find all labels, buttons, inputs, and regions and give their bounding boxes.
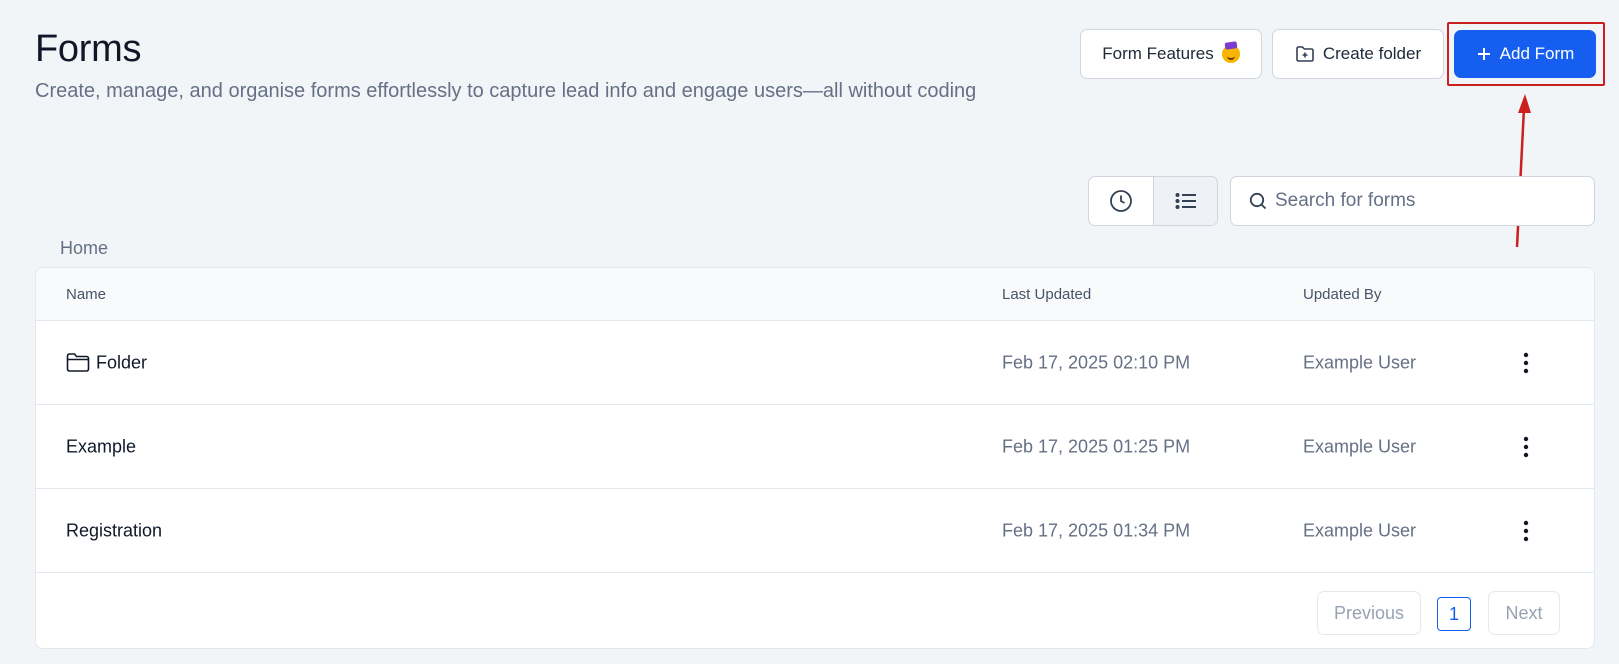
breadcrumb-home[interactable]: Home xyxy=(60,238,108,259)
row-last-updated: Feb 17, 2025 01:34 PM xyxy=(1002,520,1191,540)
row-updated-by: Example User xyxy=(1303,520,1417,540)
view-toggle xyxy=(1088,176,1218,226)
pagination: Previous 1 Next xyxy=(36,576,1594,648)
search-icon xyxy=(1249,192,1267,210)
next-page-button[interactable]: Next xyxy=(1488,591,1560,635)
row-more-menu-button[interactable] xyxy=(1516,432,1536,462)
column-header-name: Name xyxy=(66,286,107,303)
add-form-button[interactable]: Add Form xyxy=(1454,30,1596,78)
page-number-button[interactable]: 1 xyxy=(1437,597,1471,631)
row-last-updated: Feb 17, 2025 01:25 PM xyxy=(1002,436,1191,456)
row-last-updated: Feb 17, 2025 02:10 PM xyxy=(1002,352,1191,372)
more-vertical-icon xyxy=(1523,520,1529,541)
search-field xyxy=(1230,176,1595,226)
column-header-last-updated: Last Updated xyxy=(1002,286,1092,303)
previous-page-button[interactable]: Previous xyxy=(1317,591,1421,635)
row-updated-by: Example User xyxy=(1303,352,1417,372)
row-name-cell[interactable]: Example xyxy=(66,436,136,457)
search-input[interactable] xyxy=(1275,190,1575,212)
add-form-highlight: Add Form xyxy=(1447,22,1605,86)
form-features-label: Form Features xyxy=(1102,44,1214,63)
more-vertical-icon xyxy=(1523,436,1529,457)
table-row[interactable]: Example Feb 17, 2025 01:25 PM Example Us… xyxy=(36,405,1594,489)
more-vertical-icon xyxy=(1523,352,1529,373)
party-face-icon xyxy=(1221,45,1240,63)
forms-page: Forms Create, manage, and organise forms… xyxy=(0,0,1619,664)
table-row[interactable]: Folder Feb 17, 2025 02:10 PM Example Use… xyxy=(36,321,1594,405)
create-folder-button[interactable]: Create folder xyxy=(1272,29,1444,79)
row-name: Registration xyxy=(66,520,163,540)
clock-icon xyxy=(1110,190,1132,212)
page-title: Forms xyxy=(35,28,142,70)
list-icon xyxy=(1175,193,1196,209)
plus-icon xyxy=(1477,48,1490,60)
recent-view-button[interactable] xyxy=(1089,177,1153,225)
create-folder-label: Create folder xyxy=(1322,44,1422,63)
forms-table: Name Last Updated Updated By Folder Feb … xyxy=(35,267,1595,649)
list-view-button[interactable] xyxy=(1153,177,1217,225)
form-features-button[interactable]: Form Features xyxy=(1080,29,1262,79)
row-more-menu-button[interactable] xyxy=(1516,348,1536,378)
row-name: Example xyxy=(66,436,137,456)
row-name-cell[interactable]: Folder xyxy=(66,352,147,373)
row-more-menu-button[interactable] xyxy=(1516,516,1536,546)
table-row[interactable]: Registration Feb 17, 2025 01:34 PM Examp… xyxy=(36,489,1594,573)
add-form-label: Add Form xyxy=(1499,44,1575,63)
row-name-cell[interactable]: Registration xyxy=(66,520,162,541)
column-header-updated-by: Updated By xyxy=(1303,286,1382,303)
row-name: Folder xyxy=(96,352,148,372)
row-updated-by: Example User xyxy=(1303,436,1417,456)
table-header: Name Last Updated Updated By xyxy=(36,268,1594,321)
page-subtitle: Create, manage, and organise forms effor… xyxy=(35,80,977,102)
folder-plus-icon xyxy=(1296,46,1314,62)
folder-icon xyxy=(66,353,90,372)
